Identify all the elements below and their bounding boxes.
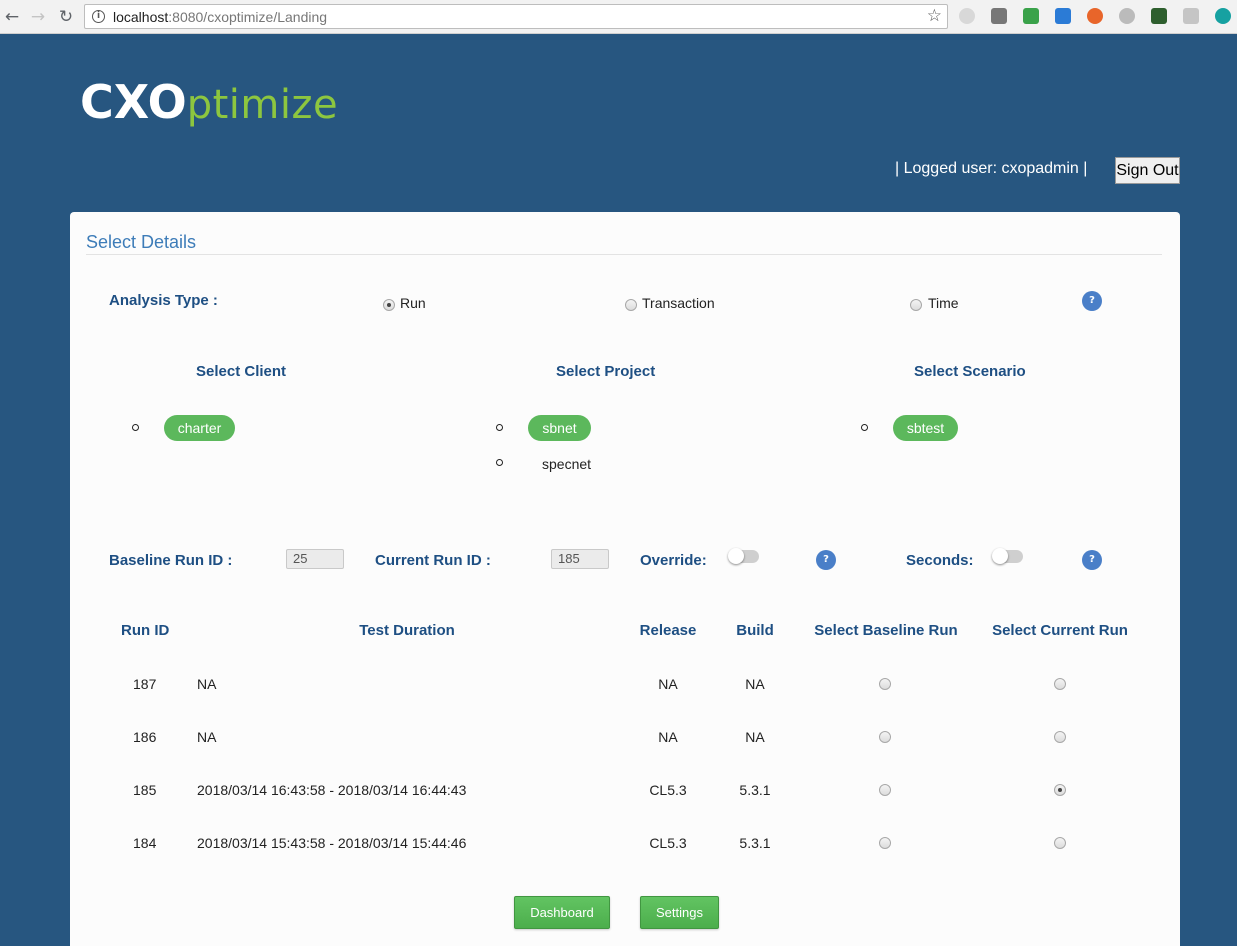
cell-build: 5.3.1	[739, 782, 771, 798]
bullet	[861, 424, 868, 431]
bullet	[132, 424, 139, 431]
bullet	[496, 459, 503, 466]
bookmark-star-icon[interactable]: ☆	[927, 6, 942, 26]
baseline-run-id-label: Baseline Run ID :	[109, 552, 233, 569]
url-path: :8080/cxoptimize/Landing	[168, 9, 328, 25]
info-icon[interactable]: i	[92, 10, 105, 23]
select-current-radio[interactable]	[1054, 678, 1066, 690]
help-icon[interactable]: ?	[1082, 291, 1102, 311]
browser-toolbar: ← → ↻ i localhost:8080/cxoptimize/Landin…	[0, 0, 1237, 34]
column-header-test-duration: Test Duration	[359, 622, 455, 639]
select-scenario-label: Select Scenario	[914, 363, 1026, 380]
url-host: localhost	[113, 9, 169, 25]
select-current-radio[interactable]	[1054, 731, 1066, 743]
logo-cx-text: CXO	[80, 75, 187, 129]
select-current-radio[interactable]	[1054, 784, 1066, 796]
panel-title: Select Details	[86, 232, 197, 252]
column-header-run-id: Run ID	[121, 622, 170, 639]
url-text: localhost:8080/cxoptimize/Landing	[113, 9, 327, 25]
cell-build: NA	[745, 729, 765, 745]
radio-transaction-label: Transaction	[642, 295, 715, 311]
seconds-label: Seconds:	[906, 552, 974, 569]
cell-run-id: 187	[133, 676, 157, 692]
client-pill-charter[interactable]: charter	[164, 415, 235, 441]
extension-icon[interactable]	[1151, 8, 1167, 24]
cell-duration: NA	[197, 676, 217, 692]
logo-optimize-text: ptimize	[186, 82, 339, 128]
project-pill-sbnet[interactable]: sbnet	[528, 415, 591, 441]
current-run-id-label: Current Run ID :	[375, 552, 491, 569]
project-item-specnet[interactable]: specnet	[542, 456, 591, 472]
radio-transaction[interactable]	[625, 299, 637, 311]
cell-duration: 2018/03/14 16:43:58 - 2018/03/14 16:44:4…	[197, 782, 467, 798]
select-details-panel: Select Details Analysis Type : Run Trans…	[70, 212, 1180, 946]
extension-icon[interactable]	[959, 8, 975, 24]
cell-release: NA	[658, 676, 678, 692]
select-baseline-radio[interactable]	[879, 678, 891, 690]
extension-icon[interactable]	[1119, 8, 1135, 24]
select-project-label: Select Project	[556, 363, 656, 380]
cell-duration: NA	[197, 729, 217, 745]
extension-icon[interactable]	[1087, 8, 1103, 24]
override-label: Override:	[640, 552, 707, 569]
override-toggle[interactable]	[728, 548, 759, 564]
sign-out-button[interactable]: Sign Out	[1115, 157, 1180, 184]
baseline-run-id-input[interactable]: 25	[286, 549, 344, 569]
help-icon[interactable]: ?	[816, 550, 836, 570]
reload-icon[interactable]: ↻	[55, 6, 77, 28]
address-bar[interactable]: i localhost:8080/cxoptimize/Landing ☆	[84, 4, 948, 29]
bullet	[496, 424, 503, 431]
column-header-release: Release	[639, 622, 697, 639]
cell-run-id: 184	[133, 835, 157, 851]
cell-duration: 2018/03/14 15:43:58 - 2018/03/14 15:44:4…	[197, 835, 467, 851]
radio-time-label: Time	[928, 295, 959, 311]
column-header-select-current-run: Select Current Run	[992, 622, 1128, 639]
select-baseline-radio[interactable]	[879, 731, 891, 743]
column-header-build: Build	[736, 622, 774, 639]
back-arrow-icon[interactable]: ←	[1, 6, 23, 28]
cell-build: 5.3.1	[739, 835, 771, 851]
extension-icon[interactable]	[1055, 8, 1071, 24]
cell-release: NA	[658, 729, 678, 745]
select-client-label: Select Client	[196, 363, 287, 380]
extension-icon[interactable]	[1183, 8, 1199, 24]
help-icon[interactable]: ?	[1082, 550, 1102, 570]
divider	[86, 254, 1162, 255]
dashboard-button[interactable]: Dashboard	[514, 896, 610, 929]
forward-arrow-icon[interactable]: →	[27, 6, 49, 28]
current-run-id-input[interactable]: 185	[551, 549, 609, 569]
scenario-pill-sbtest[interactable]: sbtest	[893, 415, 958, 441]
radio-time[interactable]	[910, 299, 922, 311]
cell-run-id: 186	[133, 729, 157, 745]
cell-release: CL5.3	[649, 835, 687, 851]
radio-run-label: Run	[400, 295, 426, 311]
cell-release: CL5.3	[649, 782, 687, 798]
radio-run[interactable]	[383, 299, 395, 311]
select-baseline-radio[interactable]	[879, 837, 891, 849]
select-baseline-radio[interactable]	[879, 784, 891, 796]
cell-run-id: 185	[133, 782, 157, 798]
select-current-radio[interactable]	[1054, 837, 1066, 849]
settings-button[interactable]: Settings	[640, 896, 719, 929]
extension-icon[interactable]	[1023, 8, 1039, 24]
logged-user-text: | Logged user: cxopadmin |	[895, 160, 1088, 177]
column-header-select-baseline-run: Select Baseline Run	[814, 622, 958, 639]
extension-icon[interactable]	[1215, 8, 1231, 24]
seconds-toggle[interactable]	[992, 548, 1023, 564]
extension-icon[interactable]	[991, 8, 1007, 24]
analysis-type-label: Analysis Type :	[109, 292, 218, 309]
cell-build: NA	[745, 676, 765, 692]
